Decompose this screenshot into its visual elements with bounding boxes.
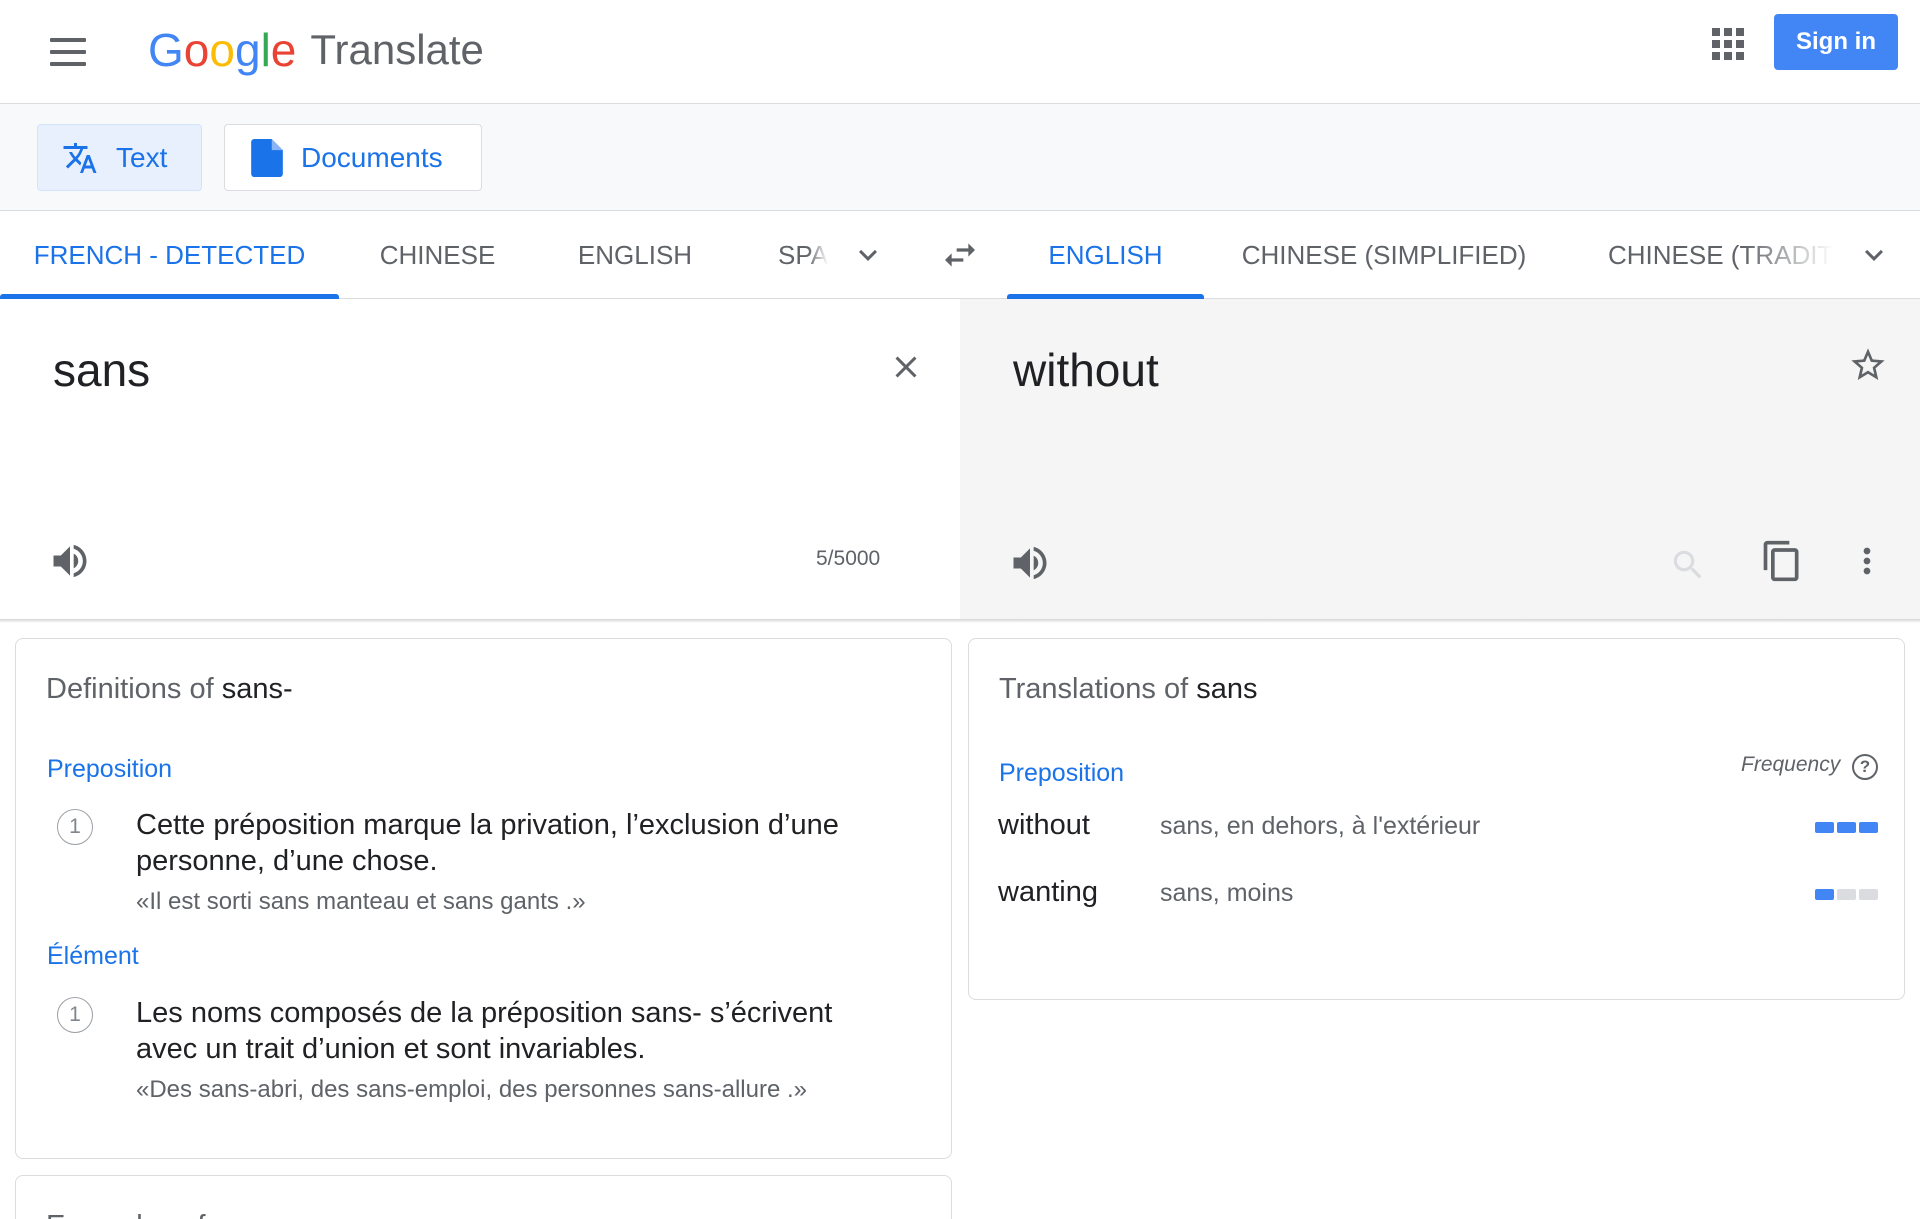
clear-source-close-icon[interactable]: [884, 345, 928, 389]
frequency-bar: [1815, 822, 1878, 833]
character-count: 5/5000: [816, 547, 881, 570]
part-of-speech-label: Preposition: [999, 759, 1125, 787]
definition-number: 1: [57, 997, 93, 1033]
language-bar: FRENCH - DETECTED CHINESE ENGLISH SPANIS…: [0, 211, 1920, 299]
source-lang-tab-spanish[interactable]: SPANISH: [778, 211, 828, 299]
source-text-pane[interactable]: sans 5/5000: [0, 299, 960, 619]
definition-example: «Il est sorti sans manteau et sans gants…: [136, 888, 586, 915]
frequency-segment: [1815, 822, 1834, 833]
frequency-help-icon[interactable]: ?: [1852, 754, 1878, 780]
product-name: Translate: [310, 26, 484, 73]
logo-letter: e: [270, 24, 297, 76]
target-lang-tab-english[interactable]: ENGLISH: [1007, 211, 1204, 299]
swap-languages-icon[interactable]: [938, 235, 982, 275]
frequency-segment: [1859, 889, 1878, 900]
documents-mode-label: Documents: [301, 141, 443, 173]
google-translate-logo[interactable]: Google Translate: [148, 20, 484, 80]
source-lang-tab-french-detected[interactable]: FRENCH - DETECTED: [0, 211, 339, 299]
translations-card: Translations of sans Preposition Frequen…: [968, 638, 1905, 1000]
listen-translation-speaker-icon[interactable]: [1006, 539, 1054, 587]
hamburger-menu-icon[interactable]: [46, 30, 90, 74]
app-header: Google Translate Sign in: [0, 0, 1920, 104]
definitions-title: Definitions of sans-: [46, 673, 293, 706]
frequency-segment: [1815, 889, 1834, 900]
frequency-segment: [1837, 889, 1856, 900]
document-icon: [251, 138, 283, 177]
copy-translation-icon[interactable]: [1758, 537, 1806, 585]
sign-in-button[interactable]: Sign in: [1774, 14, 1898, 70]
listen-source-speaker-icon[interactable]: [46, 537, 94, 585]
logo-letter: l: [260, 24, 271, 76]
translation-result-pane: without: [960, 299, 1920, 619]
logo-letter: o: [209, 24, 235, 76]
examples-title: Examples of: [46, 1210, 206, 1219]
translation-word[interactable]: wanting: [998, 876, 1098, 909]
search-icon: [1668, 545, 1708, 585]
definitions-title-prefix: Definitions of: [46, 673, 214, 705]
source-language-dropdown-chevron-down-icon[interactable]: [850, 237, 886, 273]
frequency-label: Frequency: [1741, 753, 1841, 776]
source-lang-tab-chinese[interactable]: CHINESE: [339, 211, 536, 299]
panes-divider-shadow: [0, 619, 1920, 623]
source-textarea[interactable]: sans: [53, 343, 150, 397]
logo-letter: g: [234, 24, 261, 76]
translations-title-prefix: Translations of: [999, 673, 1189, 705]
text-mode-button[interactable]: Text: [37, 124, 202, 191]
definition-text: Cette préposition marque la privation, l…: [136, 809, 839, 877]
logo-letter: G: [148, 24, 184, 76]
examples-card: Examples of: [15, 1175, 952, 1219]
translations-title-word: sans: [1196, 673, 1258, 705]
text-mode-label: Text: [116, 141, 168, 173]
frequency-segment: [1859, 822, 1878, 833]
reverse-translations: sans, en dehors, à l'extérieur: [1160, 812, 1481, 840]
part-of-speech-label: Preposition: [47, 755, 173, 783]
definition-text: Les noms composés de la préposition sans…: [136, 997, 833, 1065]
frequency-segment: [1837, 822, 1856, 833]
apps-grid-icon[interactable]: [1710, 26, 1746, 62]
source-lang-tab-english[interactable]: ENGLISH: [536, 211, 734, 299]
documents-mode-button[interactable]: Documents: [224, 124, 482, 191]
target-language-dropdown-chevron-down-icon[interactable]: [1856, 237, 1892, 273]
target-lang-tab-chinese-simplified[interactable]: CHINESE (SIMPLIFIED): [1204, 211, 1564, 299]
definition-number: 1: [57, 809, 93, 845]
logo-letter: o: [183, 24, 210, 76]
translation-word[interactable]: without: [998, 809, 1090, 842]
definition-example: «Des sans-abri, des sans-emploi, des per…: [136, 1076, 808, 1103]
translation-output: without: [1013, 344, 1159, 396]
definitions-card: Definitions of sans- Preposition 1 Cette…: [15, 638, 952, 1159]
target-lang-tab-chinese-traditional[interactable]: CHINESE (TRADITIONAL): [1608, 211, 1833, 299]
save-translation-star-icon[interactable]: [1844, 341, 1892, 389]
reverse-translations: sans, moins: [1160, 879, 1294, 907]
translations-title: Translations of sans: [999, 673, 1257, 706]
part-of-speech-label: Élément: [47, 942, 139, 970]
translate-icon: [62, 140, 98, 176]
definitions-title-word: sans-: [221, 673, 293, 705]
frequency-bar: [1815, 889, 1878, 900]
more-options-vertical-dots-icon[interactable]: [1845, 539, 1889, 583]
mode-bar: Text Documents: [0, 104, 1920, 211]
